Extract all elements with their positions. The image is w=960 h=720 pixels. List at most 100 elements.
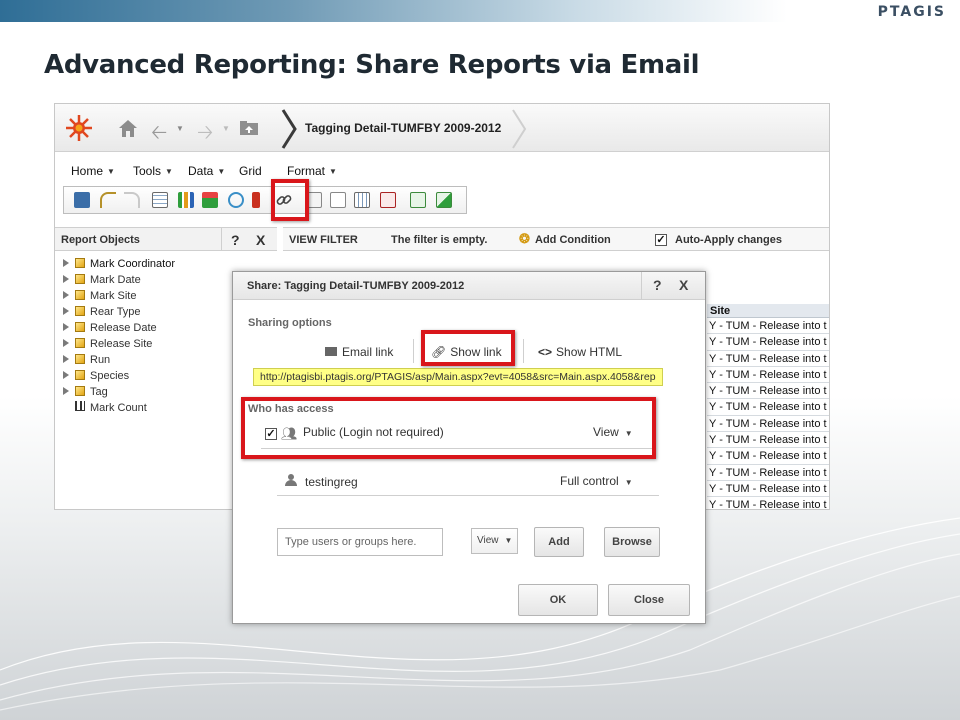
attribute-cube-icon bbox=[75, 386, 85, 396]
table-cell[interactable]: Y - TUM - Release into t bbox=[707, 432, 829, 449]
highlight-show-link bbox=[421, 330, 515, 366]
show-html-option[interactable]: <> Show HTML bbox=[538, 345, 622, 359]
expand-arrow-icon[interactable] bbox=[63, 259, 69, 267]
refresh-icon[interactable] bbox=[228, 192, 244, 208]
menu-tools[interactable]: Tools ▼ bbox=[133, 164, 173, 178]
print-pdf-icon[interactable] bbox=[380, 192, 396, 208]
grid-view-icon[interactable] bbox=[152, 192, 168, 208]
tree-item[interactable]: Tag bbox=[63, 384, 175, 400]
user-icon bbox=[285, 474, 297, 486]
add-condition-link[interactable]: Add Condition bbox=[535, 234, 611, 246]
menu-home-label: Home bbox=[71, 164, 104, 178]
user-permission-label: Full control bbox=[560, 474, 619, 488]
divider bbox=[277, 495, 659, 496]
share-url-field[interactable]: http://ptagisbi.ptagis.org/PTAGIS/asp/Ma… bbox=[253, 368, 663, 386]
close-button[interactable]: Close bbox=[608, 584, 690, 616]
funnel-add-icon: ❂ bbox=[519, 231, 530, 246]
expand-arrow-icon[interactable] bbox=[63, 339, 69, 347]
tree-item-label: Tag bbox=[90, 386, 108, 398]
table-cell[interactable]: Y - TUM - Release into t bbox=[707, 351, 829, 367]
attribute-cube-icon bbox=[75, 290, 85, 300]
menu-data[interactable]: Data ▼ bbox=[188, 164, 225, 178]
grid-header-site[interactable]: Site bbox=[707, 304, 829, 318]
table-cell[interactable]: Y - TUM - Release into t bbox=[707, 383, 829, 400]
tree-item[interactable]: Mark Site bbox=[63, 288, 175, 304]
tree-item[interactable]: Run bbox=[63, 352, 175, 368]
print-grid-icon[interactable] bbox=[354, 192, 370, 208]
auto-apply-checkbox[interactable]: ✓ bbox=[655, 234, 667, 246]
tree-item[interactable]: Release Site bbox=[63, 336, 175, 352]
menu-format[interactable]: Format ▼ bbox=[287, 164, 337, 178]
add-permission-select[interactable]: View ▼ bbox=[471, 528, 518, 554]
add-button[interactable]: Add bbox=[534, 527, 584, 557]
menu-grid[interactable]: Grid bbox=[239, 164, 262, 178]
table-cell[interactable]: Y - TUM - Release into t bbox=[707, 334, 829, 351]
redo-icon[interactable] bbox=[124, 192, 140, 208]
user-permission-select[interactable]: Full control ▼ bbox=[560, 474, 633, 488]
add-users-input[interactable]: Type users or groups here. bbox=[277, 528, 443, 556]
expand-arrow-icon[interactable] bbox=[63, 323, 69, 331]
expand-arrow-icon[interactable] bbox=[63, 371, 69, 379]
undo-icon[interactable] bbox=[100, 192, 116, 208]
back-arrow-icon[interactable]: 🡠 bbox=[151, 118, 167, 152]
ok-button[interactable]: OK bbox=[518, 584, 598, 616]
table-cell[interactable]: Y - TUM - Release into t bbox=[707, 367, 829, 384]
tree-item-label: Mark Coordinator bbox=[90, 258, 175, 270]
menu-data-label: Data bbox=[188, 164, 214, 178]
app-logo-icon bbox=[66, 115, 92, 141]
tree-item[interactable]: Release Date bbox=[63, 320, 175, 336]
attribute-cube-icon bbox=[75, 274, 85, 284]
expand-arrow-icon[interactable] bbox=[63, 387, 69, 395]
expand-arrow-icon[interactable] bbox=[63, 291, 69, 299]
table-cell[interactable]: Y - TUM - Release into t bbox=[707, 465, 829, 481]
tree-item-label: Run bbox=[90, 354, 111, 366]
grid-graph-icon[interactable] bbox=[202, 192, 218, 208]
document-icon[interactable] bbox=[330, 192, 346, 208]
expand-arrow-icon[interactable] bbox=[63, 355, 69, 363]
pdf-icon[interactable] bbox=[252, 192, 260, 208]
attribute-cube-icon bbox=[75, 306, 85, 316]
menu-tools-label: Tools bbox=[133, 164, 162, 178]
show-html-label: Show HTML bbox=[556, 345, 623, 359]
fullscreen-icon[interactable] bbox=[436, 192, 452, 208]
dialog-close-icon[interactable]: X bbox=[679, 277, 688, 293]
home-icon[interactable] bbox=[117, 118, 139, 138]
menu-home[interactable]: Home ▼ bbox=[71, 164, 115, 178]
dialog-title: Share: Tagging Detail-TUMFBY 2009-2012 bbox=[247, 280, 465, 292]
close-icon[interactable]: X bbox=[256, 232, 265, 248]
tree-item[interactable]: Mark Coordinator bbox=[63, 256, 175, 272]
help-doc-icon[interactable] bbox=[410, 192, 426, 208]
top-banner bbox=[0, 0, 960, 22]
tree-item[interactable]: Mark Date bbox=[63, 272, 175, 288]
chevron-down-icon: ▼ bbox=[329, 167, 337, 176]
table-cell[interactable]: Y - TUM - Release into t bbox=[707, 448, 829, 465]
slide-title: Advanced Reporting: Share Reports via Em… bbox=[44, 50, 700, 80]
user-access-name: testingreg bbox=[305, 475, 358, 489]
menu-grid-label: Grid bbox=[239, 164, 262, 178]
email-link-option[interactable]: Email link bbox=[325, 345, 393, 359]
save-icon[interactable] bbox=[74, 192, 90, 208]
tree-item[interactable]: Mark Count bbox=[63, 400, 175, 416]
table-cell[interactable]: Y - TUM - Release into t bbox=[707, 497, 829, 509]
graph-view-icon[interactable] bbox=[178, 192, 194, 208]
expand-arrow-icon[interactable] bbox=[63, 275, 69, 283]
table-cell[interactable]: Y - TUM - Release into t bbox=[707, 318, 829, 335]
back-dropdown-icon[interactable]: ▼ bbox=[176, 124, 184, 133]
table-cell[interactable]: Y - TUM - Release into t bbox=[707, 481, 829, 498]
table-cell[interactable]: Y - TUM - Release into t bbox=[707, 399, 829, 416]
forward-arrow-icon[interactable]: 🡢 bbox=[197, 118, 213, 152]
highlight-who-has-access bbox=[241, 397, 656, 459]
tree-item[interactable]: Species bbox=[63, 368, 175, 384]
forward-dropdown-icon[interactable]: ▼ bbox=[222, 124, 230, 133]
dialog-help-icon[interactable]: ? bbox=[653, 277, 662, 293]
table-cell[interactable]: Y - TUM - Release into t bbox=[707, 416, 829, 433]
breadcrumb-report-title[interactable]: Tagging Detail-TUMFBY 2009-2012 bbox=[305, 121, 501, 135]
tree-item-label: Mark Date bbox=[90, 274, 141, 286]
browse-button[interactable]: Browse bbox=[604, 527, 660, 557]
highlight-share-button bbox=[271, 179, 309, 221]
tree-item[interactable]: Rear Type bbox=[63, 304, 175, 320]
help-icon[interactable]: ? bbox=[231, 232, 240, 248]
chevron-down-icon: ▼ bbox=[217, 167, 226, 176]
folder-up-icon[interactable] bbox=[239, 120, 259, 136]
expand-arrow-icon[interactable] bbox=[63, 307, 69, 315]
